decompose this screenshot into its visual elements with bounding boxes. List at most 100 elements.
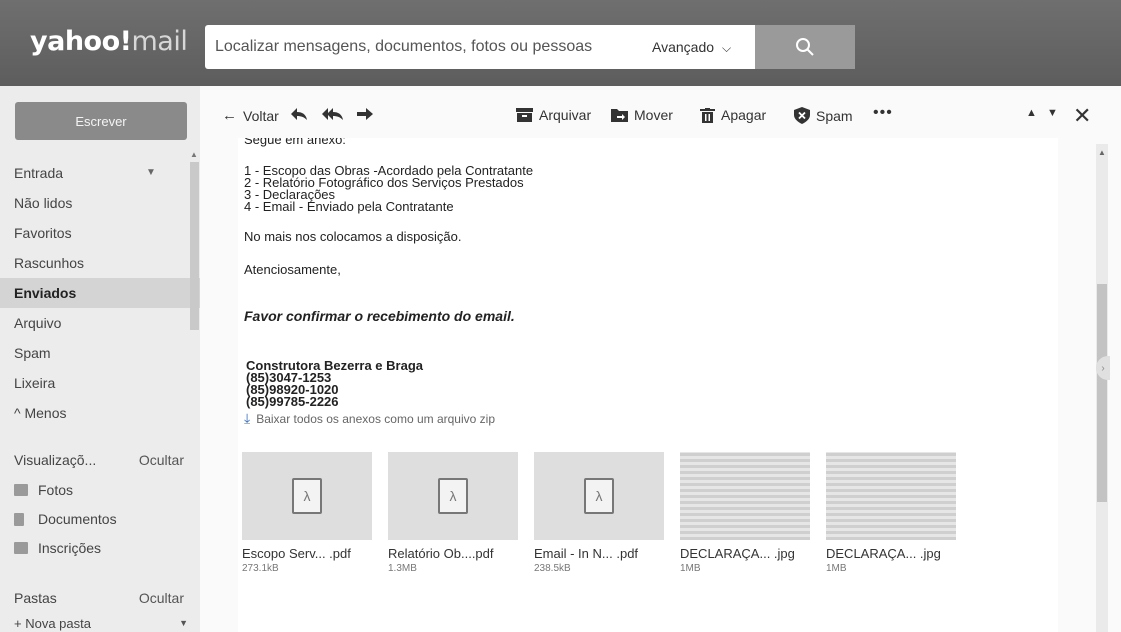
folder-label: Lixeira <box>14 375 56 391</box>
reply-all-button[interactable] <box>322 107 344 121</box>
pdf-icon: λ <box>438 478 468 514</box>
download-icon: ⤓ <box>244 410 251 426</box>
less-toggle[interactable]: ^ Menos <box>0 398 200 428</box>
folders-title[interactable]: Pastas <box>14 590 57 606</box>
attachment-size: 1MB <box>680 563 701 574</box>
spam-button[interactable]: Spam <box>794 107 853 124</box>
view-label: Documentos <box>38 511 117 527</box>
attachment-name: DECLARAÇA... .jpg <box>826 546 941 561</box>
advanced-search-button[interactable]: Avançado ⌵ <box>652 39 731 56</box>
attachment-card[interactable]: DECLARAÇA... .jpg 1MB <box>826 452 956 574</box>
chevron-right-icon: › <box>1101 362 1105 374</box>
scrollbar-thumb[interactable] <box>1097 284 1107 502</box>
folders-hide-link[interactable]: Ocultar <box>139 590 184 606</box>
attachment-name: DECLARAÇA... .jpg <box>680 546 795 561</box>
chevron-down-icon[interactable]: ▼ <box>179 618 188 628</box>
message-toolbar: ← Voltar Arquivar Mover Apagar Spam ••• … <box>200 98 1121 134</box>
subscriptions-icon <box>14 542 28 554</box>
archive-button[interactable]: Arquivar <box>516 107 591 123</box>
view-documents[interactable]: Documentos <box>14 511 117 527</box>
message-intro: Segue em anexo: <box>244 138 346 147</box>
message-view: ← Voltar Arquivar Mover Apagar Spam ••• … <box>200 86 1121 632</box>
prev-message-button[interactable]: ▲ <box>1026 107 1037 119</box>
more-button[interactable]: ••• <box>873 104 893 122</box>
logo-brand: yahoo! <box>30 26 132 57</box>
folder-spam[interactable]: Spam <box>0 338 200 368</box>
new-folder-label: + Nova pasta <box>14 616 91 631</box>
next-message-button[interactable]: ▼ <box>1047 107 1058 119</box>
advanced-label: Avançado <box>652 39 715 55</box>
prev-message-icon: ▲ <box>1026 107 1037 119</box>
view-subscriptions[interactable]: Inscrições <box>14 540 101 556</box>
back-label: Voltar <box>243 107 279 124</box>
folder-label: ^ Menos <box>14 405 67 421</box>
pdf-icon: λ <box>292 478 322 514</box>
archive-icon <box>516 108 533 122</box>
delete-label: Apagar <box>721 107 767 123</box>
search-input[interactable]: Localizar mensagens, documentos, fotos o… <box>205 25 755 69</box>
reply-all-icon <box>322 108 343 120</box>
search-icon <box>796 38 814 56</box>
compose-button[interactable]: Escrever <box>15 102 187 140</box>
message-body: Segue em anexo: 1 - Escopo das Obras -Ac… <box>238 138 1058 632</box>
move-button[interactable]: Mover <box>611 107 673 123</box>
folder-label: Spam <box>14 345 51 361</box>
back-button[interactable]: ← Voltar <box>222 107 279 124</box>
folder-label: Não lidos <box>14 195 73 211</box>
attachment-card[interactable]: λ Relatório Ob....pdf 1.3MB <box>388 452 518 574</box>
folder-inbox[interactable]: Entrada ▼ <box>0 158 200 188</box>
close-button[interactable]: ✕ <box>1073 103 1091 129</box>
sidebar-scrollbar[interactable] <box>190 162 199 330</box>
message-scrollbar[interactable]: ▲ <box>1096 144 1108 632</box>
attachment-card[interactable]: λ Escopo Serv... .pdf 273.1kB <box>242 452 372 574</box>
close-icon: ✕ <box>1073 103 1092 128</box>
new-folder-link[interactable]: + Nova pasta ▼ <box>14 616 188 631</box>
download-all-zip-link[interactable]: ⤓ Baixar todos os anexos como um arquivo… <box>244 410 495 427</box>
confirm-request: Favor confirmar o recebimento do email. <box>244 308 515 324</box>
attachment-name: Email - In N... .pdf <box>534 546 639 561</box>
folder-drafts[interactable]: Rascunhos <box>0 248 200 278</box>
attachment-card[interactable]: DECLARAÇA... .jpg 1MB <box>680 452 810 574</box>
view-label: Inscrições <box>38 540 102 556</box>
folder-unread[interactable]: Não lidos <box>0 188 200 218</box>
attachment-thumbnail[interactable]: λ <box>534 452 664 540</box>
chevron-down-icon[interactable]: ▼ <box>146 158 156 188</box>
views-title[interactable]: Visualizaçõ... <box>14 452 96 468</box>
folder-trash[interactable]: Lixeira <box>0 368 200 398</box>
move-label: Mover <box>634 107 673 123</box>
photos-icon <box>14 484 28 496</box>
reply-icon <box>291 108 307 120</box>
delete-button[interactable]: Apagar <box>700 107 766 123</box>
folder-list: Entrada ▼ Não lidos Favoritos Rascunhos … <box>0 158 200 428</box>
move-icon <box>611 109 628 122</box>
forward-button[interactable] <box>356 107 374 121</box>
attachment-size: 1MB <box>826 563 847 574</box>
pdf-icon: λ <box>584 478 614 514</box>
attachment-item: 4 - Email - Enviado pela Contratante <box>244 199 454 214</box>
folder-label: Favoritos <box>14 225 72 241</box>
views-hide-link[interactable]: Ocultar <box>139 452 184 468</box>
attachment-name: Relatório Ob....pdf <box>388 546 494 561</box>
spam-shield-icon <box>794 107 810 124</box>
scroll-up-arrow-icon[interactable]: ▲ <box>190 150 198 159</box>
attachment-thumbnail[interactable]: λ <box>242 452 372 540</box>
reply-button[interactable] <box>290 107 308 121</box>
folder-archive[interactable]: Arquivo <box>0 308 200 338</box>
yahoo-mail-logo[interactable]: yahoo!mail <box>30 26 188 57</box>
view-photos[interactable]: Fotos <box>14 482 73 498</box>
image-thumbnail[interactable] <box>826 452 956 540</box>
archive-label: Arquivar <box>539 107 592 123</box>
folders-section-header: Pastas Ocultar <box>14 590 184 606</box>
views-section-header: Visualizaçõ... Ocultar <box>14 452 184 468</box>
attachment-card[interactable]: λ Email - In N... .pdf 238.5kB <box>534 452 664 574</box>
image-thumbnail[interactable] <box>680 452 810 540</box>
spam-label: Spam <box>816 107 853 124</box>
scroll-up-arrow-icon[interactable]: ▲ <box>1098 148 1106 157</box>
document-icon <box>14 512 24 526</box>
folder-starred[interactable]: Favoritos <box>0 218 200 248</box>
folder-sent[interactable]: Enviados <box>0 278 200 308</box>
search-button[interactable] <box>755 25 855 69</box>
attachment-thumbnail[interactable]: λ <box>388 452 518 540</box>
signature-phone: (85)99785-2226 <box>246 394 339 409</box>
chevron-down-icon: ⌵ <box>722 41 732 55</box>
